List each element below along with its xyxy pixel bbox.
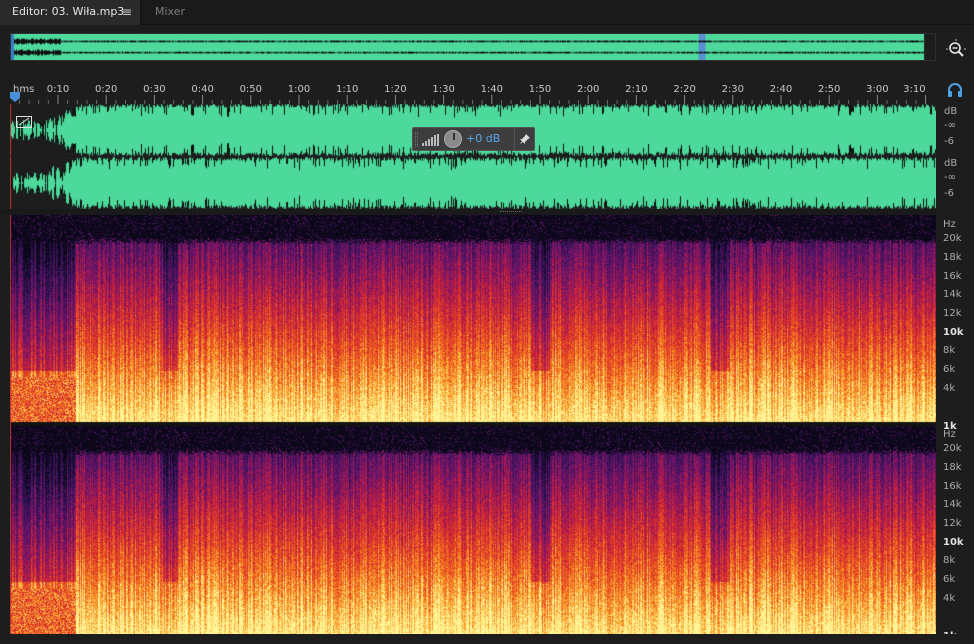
ruler-tick-label: 1:20 bbox=[384, 84, 406, 95]
ruler-tick-label: 0:30 bbox=[143, 84, 165, 95]
overview-panel bbox=[0, 25, 974, 69]
hz-tick-label: 14k bbox=[943, 499, 962, 510]
ruler-tick-label: 2:20 bbox=[673, 84, 695, 95]
ruler-tick-label: 3:10 bbox=[903, 84, 925, 95]
ruler-tick-label: 0:10 bbox=[47, 84, 69, 95]
hz-scale-bottom: Hz20k18k16k14k12k10k8k6k4k1k bbox=[936, 425, 974, 642]
hz-tick-label: 20k bbox=[943, 233, 962, 244]
hz-scale-top: Hz 20k 18k 16k 14k 12k 10k 8k 6k 4k 1k bbox=[936, 215, 974, 432]
hz-tick-label: 16k bbox=[943, 271, 962, 282]
hz-tick-label: 4k bbox=[943, 593, 956, 604]
hz-tick-label: 20k bbox=[943, 443, 962, 454]
db-minus6-label: -6 bbox=[944, 188, 954, 199]
panel-tab-bar: Editor: 03. Wiła.mp3 ≡ Mixer bbox=[0, 0, 974, 25]
db-unit-label: dB bbox=[944, 106, 958, 117]
ruler-tick-label: 2:50 bbox=[818, 84, 840, 95]
hz-tick-label: 6k bbox=[943, 364, 956, 375]
ruler-tick-label: 1:00 bbox=[288, 84, 310, 95]
waveform-scale-top: dB -∞ -6 bbox=[936, 104, 974, 156]
playhead-icon[interactable] bbox=[10, 92, 20, 102]
ruler-tick-label: 1:50 bbox=[529, 84, 551, 95]
level-meter-icon bbox=[422, 134, 439, 146]
ruler-tick-label: 3:00 bbox=[866, 84, 888, 95]
ruler-tick-label: 0:50 bbox=[240, 84, 262, 95]
ruler-tick-label: 2:10 bbox=[625, 84, 647, 95]
channel-icon bbox=[16, 116, 32, 128]
hz-unit-label: Hz bbox=[943, 429, 956, 440]
hz-tick-label: 8k bbox=[943, 555, 956, 566]
zoom-magnifier-icon[interactable] bbox=[944, 37, 968, 61]
hz-tick-label: 18k bbox=[943, 462, 962, 473]
db-neg-inf-label: -∞ bbox=[944, 172, 956, 183]
hz-tick-label: 12k bbox=[943, 308, 962, 319]
divider-grip[interactable] bbox=[500, 211, 522, 213]
ruler-tick-label: 1:30 bbox=[432, 84, 454, 95]
db-minus6-label: -6 bbox=[944, 136, 954, 147]
hz-tick-label: 14k bbox=[943, 289, 962, 300]
tab-editor[interactable]: Editor: 03. Wiła.mp3 ≡ bbox=[0, 0, 141, 25]
ruler-tick-label: 0:40 bbox=[191, 84, 213, 95]
panel-menu-icon[interactable]: ≡ bbox=[122, 0, 132, 24]
hz-tick-label: 4k bbox=[943, 383, 956, 394]
ruler-tick-label: 2:40 bbox=[770, 84, 792, 95]
timeline-ruler[interactable]: hms 0:10 0:20 0:30 0:40 0:50 1:00 1:10 1:20 1:30… bbox=[10, 80, 936, 104]
ruler-tick-label: 2:30 bbox=[722, 84, 744, 95]
pin-icon[interactable] bbox=[514, 128, 534, 150]
hz-tick-label: 10k bbox=[943, 537, 964, 548]
tab-mixer[interactable]: Mixer bbox=[142, 0, 202, 25]
hz-tick-label: 16k bbox=[943, 481, 962, 492]
hud-drag-handle[interactable] bbox=[415, 132, 418, 147]
db-neg-inf-label: -∞ bbox=[944, 120, 956, 131]
status-strip bbox=[0, 634, 974, 644]
hz-tick-label: 6k bbox=[943, 574, 956, 585]
ruler-tick-label: 1:40 bbox=[481, 84, 503, 95]
waveform-display[interactable] bbox=[10, 104, 936, 209]
ruler-tick-label: 2:00 bbox=[577, 84, 599, 95]
hz-tick-label: 12k bbox=[943, 518, 962, 529]
hz-unit-label: Hz bbox=[943, 219, 956, 230]
db-unit-label: dB bbox=[944, 158, 958, 169]
hz-tick-label: 18k bbox=[943, 252, 962, 263]
volume-knob[interactable] bbox=[444, 130, 462, 148]
volume-value[interactable]: +0 dB bbox=[466, 132, 500, 145]
tab-editor-label: Editor: 03. Wiła.mp3 bbox=[12, 5, 125, 18]
hz-tick-label: 10k bbox=[943, 327, 964, 338]
ruler-tick-label: 1:10 bbox=[336, 84, 358, 95]
headphone-icon[interactable] bbox=[946, 81, 964, 99]
waveform-scale-bottom: dB -∞ -6 bbox=[936, 156, 974, 208]
hz-tick-label: 8k bbox=[943, 345, 956, 356]
overview-waveform[interactable] bbox=[10, 33, 936, 61]
spectral-frequency-display[interactable] bbox=[10, 215, 936, 634]
ruler-tick-label: 0:20 bbox=[95, 84, 117, 95]
volume-hud: +0 dB bbox=[412, 127, 535, 151]
